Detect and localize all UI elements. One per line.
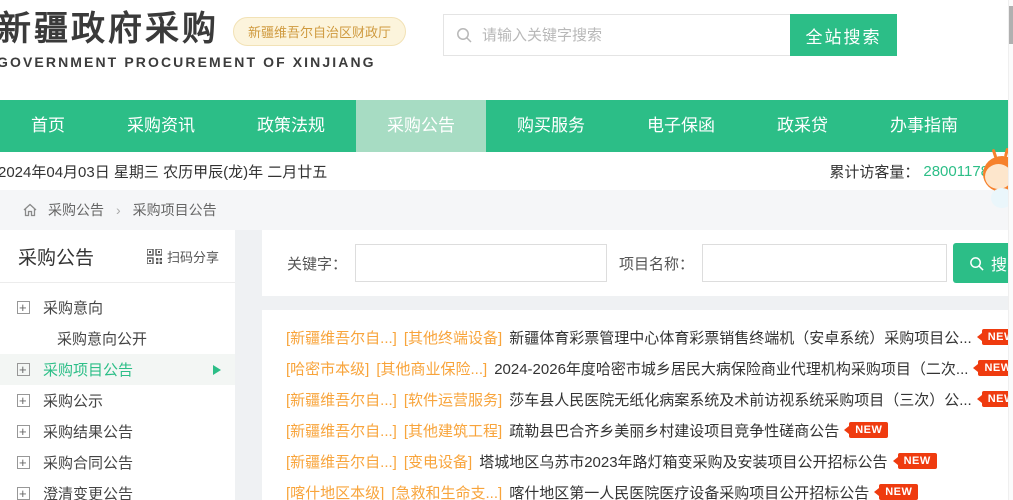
search-icon	[457, 28, 472, 43]
main-nav: 首页 采购资讯 政策法规 采购公告 购买服务 电子保函 政采贷 办事指南 代理机…	[0, 100, 1013, 152]
sidebar-title: 采购公告	[18, 248, 95, 269]
category-tag[interactable]: [变电设备]	[404, 451, 472, 472]
keyword-label: 关键字：	[287, 255, 348, 273]
project-name-label: 项目名称：	[619, 255, 695, 273]
date-text: 2024年04月03日 星期三 农历甲辰(龙)年 二月廿五	[0, 163, 328, 181]
filter-search-button[interactable]: 搜索	[953, 243, 1013, 283]
list-item[interactable]: [新疆维吾尔自...] [其他终端设备] 新疆体育彩票管理中心体育彩票销售终端机…	[286, 326, 1013, 348]
list-item[interactable]: [新疆维吾尔自...] [变电设备] 塔城地区乌苏市2023年路灯箱变采购及安装…	[286, 450, 1013, 472]
expand-icon[interactable]	[17, 486, 30, 500]
new-badge: NEW	[844, 422, 889, 438]
sidebar-item-label: 采购结果公告	[43, 424, 134, 441]
main-area: 关键字： 项目名称： 搜索 [新疆维吾尔自...] [其他终端设备] 新疆体育彩…	[262, 230, 1013, 500]
nav-item-guide[interactable]: 办事指南	[859, 100, 989, 152]
sidebar-item-contract-announcements[interactable]: 采购合同公告	[0, 447, 235, 478]
list-item[interactable]: [新疆维吾尔自...] [其他建筑工程] 疏勒县巴合齐乡美丽乡村建设项目竞争性磋…	[286, 419, 1013, 441]
announcement-title[interactable]: 喀什地区第一人民医院医疗设备采购项目公开招标公告	[509, 482, 869, 500]
region-tag[interactable]: [新疆维吾尔自...]	[286, 420, 397, 441]
sidebar-menu: 采购意向 采购意向公开 采购项目公告 采购公示 采购结果公告	[0, 283, 235, 500]
expand-icon[interactable]	[17, 424, 30, 439]
scrollbar-thumb[interactable]	[1009, 6, 1013, 44]
category-tag[interactable]: [其他商业保险...]	[376, 358, 487, 379]
qr-share-label: 扫码分享	[166, 250, 219, 265]
site-subtitle: GOVERNMENT PROCUREMENT OF XINJIANG	[0, 54, 376, 70]
breadcrumb-level2[interactable]: 采购项目公告	[133, 200, 217, 220]
category-tag[interactable]: [软件运营服务]	[404, 389, 502, 410]
region-tag[interactable]: [新疆维吾尔自...]	[286, 327, 397, 348]
site-search-input[interactable]	[443, 14, 790, 56]
visitor-label: 累计访客量：	[829, 163, 920, 181]
announcement-title[interactable]: 新疆体育彩票管理中心体育彩票销售终端机（安卓系统）采购项目公...	[509, 327, 972, 348]
region-tag[interactable]: [新疆维吾尔自...]	[286, 451, 397, 472]
qr-code-icon	[146, 249, 162, 264]
nav-item-policy[interactable]: 政策法规	[226, 100, 356, 152]
site-search: 全站搜索	[443, 14, 897, 56]
announcement-title[interactable]: 塔城地区乌苏市2023年路灯箱变采购及安装项目公开招标公告	[479, 451, 887, 472]
site-title: 新疆政府采购	[0, 10, 219, 48]
sidebar-header: 采购公告 扫码分享	[0, 230, 235, 283]
list-item[interactable]: [哈密市本级] [其他商业保险...] 2024-2026年度哈密市城乡居民大病…	[286, 357, 1013, 379]
category-tag[interactable]: [其他建筑工程]	[404, 420, 502, 441]
project-name-input[interactable]	[702, 244, 948, 282]
info-bar: 2024年04月03日 星期三 农历甲辰(龙)年 二月廿五 累计访客量： 280…	[0, 152, 1013, 190]
visitor-counter: 累计访客量： 28001178	[829, 161, 989, 182]
announcement-title[interactable]: 莎车县人民医院无纸化病案系统及术前访视系统采购项目（三次）公...	[509, 389, 972, 410]
sidebar-item-label: 采购意向	[43, 300, 104, 317]
new-badge: NEW	[892, 453, 937, 469]
list-item[interactable]: [新疆维吾尔自...] [软件运营服务] 莎车县人民医院无纸化病案系统及术前访视…	[286, 388, 1013, 410]
nav-item-e-guarantee[interactable]: 电子保函	[616, 100, 746, 152]
scrollbar[interactable]	[1008, 0, 1013, 500]
sidebar-item-label: 采购意向公开	[57, 331, 148, 348]
content: 采购公告 扫码分享 采购意向 采购意向公开 采购项目公告	[0, 230, 1013, 500]
new-badge: NEW	[874, 484, 919, 500]
nav-item-news[interactable]: 采购资讯	[96, 100, 226, 152]
region-tag[interactable]: [新疆维吾尔自...]	[286, 389, 397, 410]
sidebar-item-label: 采购公示	[43, 393, 104, 410]
sidebar-item-result-announcements[interactable]: 采购结果公告	[0, 416, 235, 447]
home-icon[interactable]	[22, 202, 38, 218]
breadcrumb-separator: ›	[116, 202, 121, 218]
sidebar-item-project-announcements[interactable]: 采购项目公告	[0, 354, 235, 385]
header: 新疆政府采购 新疆维吾尔自治区财政厅 GOVERNMENT PROCUREMEN…	[0, 0, 1013, 100]
breadcrumb: 采购公告 › 采购项目公告	[0, 190, 1013, 230]
expand-icon[interactable]	[17, 455, 30, 470]
sidebar-item-intent-disclosure[interactable]: 采购意向公开	[0, 323, 235, 354]
nav-item-home[interactable]: 首页	[0, 100, 96, 152]
sidebar-item-label: 采购合同公告	[43, 455, 134, 472]
sidebar-item-procurement-intent[interactable]: 采购意向	[0, 292, 235, 323]
nav-item-announcements[interactable]: 采购公告	[356, 100, 486, 152]
filter-panel: 关键字： 项目名称： 搜索	[262, 230, 1013, 296]
sidebar-item-procurement-publicity[interactable]: 采购公示	[0, 385, 235, 416]
announcement-title[interactable]: 2024-2026年度哈密市城乡居民大病保险商业代理机构采购项目（二次...	[494, 358, 968, 379]
authority-badge: 新疆维吾尔自治区财政厅	[233, 16, 407, 46]
category-tag[interactable]: [急救和生命支...]	[391, 482, 502, 500]
qr-share-button[interactable]: 扫码分享	[146, 247, 219, 266]
expand-icon[interactable]	[17, 393, 30, 408]
keyword-input[interactable]	[355, 244, 608, 282]
sidebar-item-clarification-announcements[interactable]: 澄清变更公告	[0, 478, 235, 500]
expand-icon[interactable]	[17, 300, 30, 315]
logo: 新疆政府采购 新疆维吾尔自治区财政厅 GOVERNMENT PROCUREMEN…	[0, 10, 407, 70]
announcement-title[interactable]: 疏勒县巴合齐乡美丽乡村建设项目竞争性磋商公告	[509, 420, 839, 441]
region-tag[interactable]: [喀什地区本级]	[286, 482, 384, 500]
search-icon	[970, 256, 984, 271]
sidebar-item-label: 采购项目公告	[43, 362, 134, 379]
page: 新疆政府采购 新疆维吾尔自治区财政厅 GOVERNMENT PROCUREMEN…	[0, 0, 1013, 500]
category-tag[interactable]: [其他终端设备]	[404, 327, 502, 348]
announcement-list: [新疆维吾尔自...] [其他终端设备] 新疆体育彩票管理中心体育彩票销售终端机…	[262, 310, 1013, 500]
breadcrumb-level1[interactable]: 采购公告	[48, 200, 104, 220]
list-item[interactable]: [喀什地区本级] [急救和生命支...] 喀什地区第一人民医院医疗设备采购项目公…	[286, 481, 1013, 500]
sidebar-item-label: 澄清变更公告	[43, 486, 134, 500]
expand-icon[interactable]	[17, 362, 30, 377]
site-search-button[interactable]: 全站搜索	[790, 14, 897, 56]
active-arrow-icon	[213, 364, 221, 375]
sidebar: 采购公告 扫码分享 采购意向 采购意向公开 采购项目公告	[0, 230, 235, 500]
nav-item-purchase-services[interactable]: 购买服务	[486, 100, 616, 152]
region-tag[interactable]: [哈密市本级]	[286, 358, 369, 379]
nav-item-procurement-loan[interactable]: 政采贷	[746, 100, 859, 152]
